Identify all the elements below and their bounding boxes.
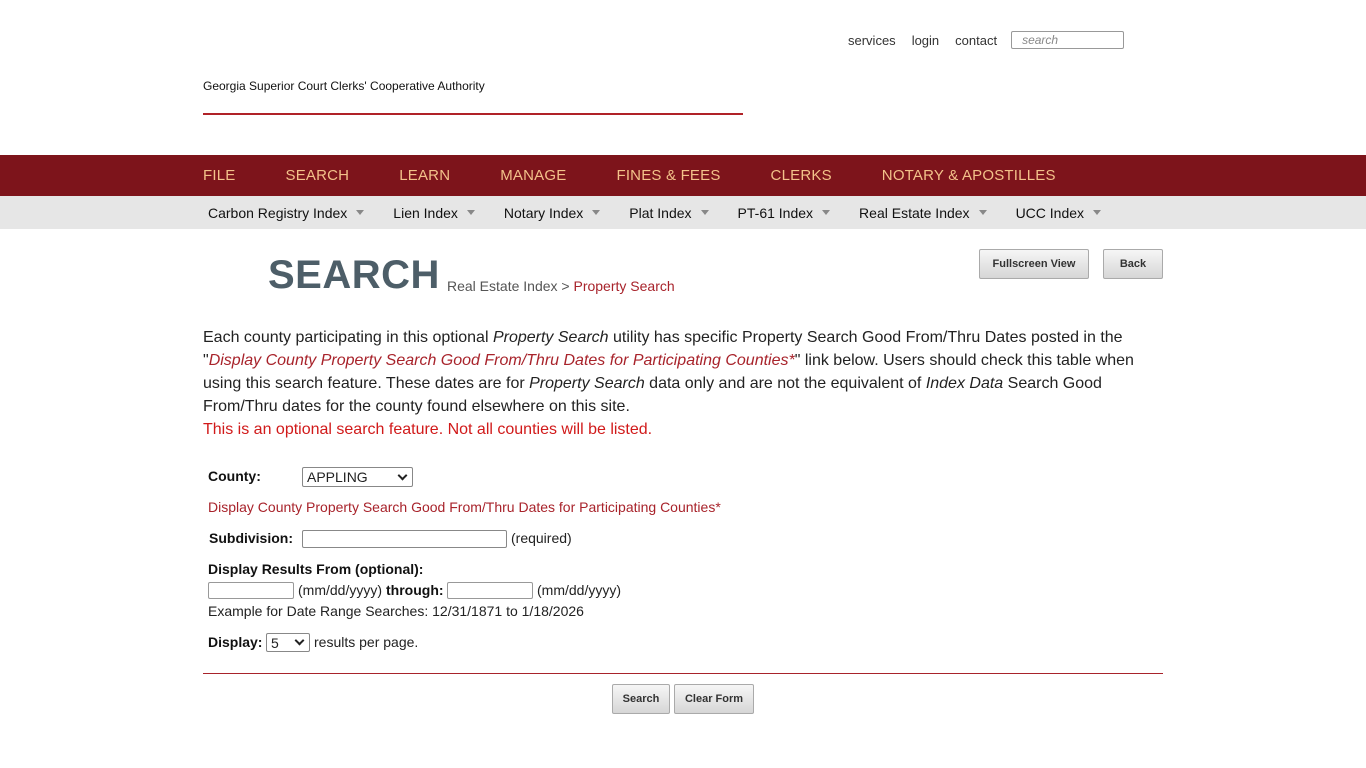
- site-search-input[interactable]: [1011, 31, 1125, 49]
- subnav-label: PT-61 Index: [737, 204, 814, 221]
- subdivision-label: Subdivision:: [209, 530, 293, 546]
- date-example-text: Example for Date Range Searches: 12/31/1…: [208, 603, 584, 619]
- services-link[interactable]: services: [848, 33, 896, 48]
- optional-feature-notice: This is an optional search feature. Not …: [203, 421, 653, 438]
- subnav-lien-index[interactable]: Lien Index: [393, 205, 475, 221]
- intro-paragraph: Each county participating in this option…: [203, 326, 1153, 418]
- subnav-real-estate-index[interactable]: Real Estate Index: [859, 205, 987, 221]
- fullscreen-view-button[interactable]: Fullscreen View: [979, 249, 1089, 279]
- subnav-label: Notary Index: [503, 204, 584, 221]
- county-select[interactable]: APPLING: [302, 467, 413, 487]
- secondary-nav: Carbon Registry Index Lien Index Notary …: [0, 196, 1366, 229]
- date-to-input[interactable]: [447, 582, 533, 599]
- county-label: County:: [208, 468, 261, 484]
- county-dates-link[interactable]: Display County Property Search Good From…: [208, 499, 721, 515]
- subnav-plat-index[interactable]: Plat Index: [629, 204, 709, 221]
- nav-clerks[interactable]: CLERKS: [771, 167, 832, 184]
- dropdown-caret-icon: [978, 210, 987, 215]
- contact-link[interactable]: contact: [955, 33, 997, 48]
- subnav-carbon-registry-index[interactable]: Carbon Registry Index: [208, 204, 365, 221]
- org-name: Georgia Superior Court Clerks' Cooperati…: [203, 79, 485, 93]
- chevron-down-icon: [294, 635, 305, 646]
- date-range-label: Display Results From (optional):: [208, 561, 424, 577]
- subnav-pt61-index[interactable]: PT-61 Index: [738, 205, 831, 221]
- subdivision-input[interactable]: [302, 530, 507, 548]
- subnav-label: UCC Index: [1015, 204, 1085, 221]
- date-from-input[interactable]: [208, 582, 294, 599]
- subnav-label: Real Estate Index: [859, 204, 970, 221]
- nav-notary-apostilles[interactable]: NOTARY & APOSTILLES: [882, 167, 1056, 184]
- subnav-notary-index[interactable]: Notary Index: [503, 204, 601, 221]
- intro-dates-link[interactable]: Display County Property Search Good From…: [209, 352, 795, 369]
- back-button[interactable]: Back: [1103, 249, 1163, 279]
- utility-links: services login contact: [848, 31, 1125, 49]
- nav-fines-fees[interactable]: FINES & FEES: [616, 167, 720, 184]
- intro-emphasis: Property Search: [529, 375, 645, 392]
- date-format-hint: (mm/dd/yyyy): [537, 582, 621, 598]
- subnav-label: Lien Index: [393, 204, 458, 221]
- breadcrumb-parent[interactable]: Real Estate Index: [447, 278, 558, 294]
- results-per-page-text: results per page.: [314, 634, 419, 650]
- nav-file[interactable]: FILE: [203, 167, 235, 184]
- intro-text: Each county participating in this option…: [203, 329, 493, 346]
- intro-emphasis: Property Search: [492, 329, 609, 346]
- login-link[interactable]: login: [912, 33, 939, 48]
- nav-search[interactable]: SEARCH: [285, 167, 349, 184]
- chevron-down-icon: [397, 470, 408, 480]
- form-divider: [203, 673, 1163, 674]
- nav-manage[interactable]: MANAGE: [500, 167, 566, 184]
- search-button[interactable]: Search: [612, 684, 670, 714]
- dropdown-caret-icon: [356, 210, 365, 215]
- breadcrumb-separator: >: [561, 278, 570, 294]
- through-label: through:: [386, 582, 444, 598]
- breadcrumb-current: Property Search: [573, 278, 675, 294]
- subnav-label: Carbon Registry Index: [208, 204, 348, 221]
- dropdown-caret-icon: [592, 210, 601, 215]
- subnav-label: Plat Index: [629, 204, 692, 221]
- breadcrumb: Real Estate Index > Property Search: [447, 278, 675, 294]
- dropdown-caret-icon: [1093, 210, 1102, 215]
- intro-emphasis: Index Data: [925, 375, 1004, 392]
- dropdown-caret-icon: [466, 210, 475, 215]
- intro-text: data only and are not the equivalent of: [644, 375, 926, 392]
- results-per-page-value: 5: [271, 634, 279, 651]
- results-per-page-select[interactable]: 5: [266, 633, 310, 652]
- nav-learn[interactable]: LEARN: [399, 167, 450, 184]
- header-divider: [203, 113, 743, 115]
- county-selected-value: APPLING: [307, 469, 368, 485]
- primary-nav: FILE SEARCH LEARN MANAGE FINES & FEES CL…: [0, 155, 1366, 196]
- subnav-ucc-index[interactable]: UCC Index: [1015, 204, 1102, 221]
- display-label: Display:: [208, 634, 263, 650]
- date-format-hint: (mm/dd/yyyy): [298, 582, 382, 598]
- dropdown-caret-icon: [700, 210, 709, 215]
- required-hint: (required): [511, 530, 572, 546]
- clear-form-button[interactable]: Clear Form: [674, 684, 754, 714]
- page-title: SEARCH: [268, 253, 440, 297]
- dropdown-caret-icon: [822, 210, 831, 215]
